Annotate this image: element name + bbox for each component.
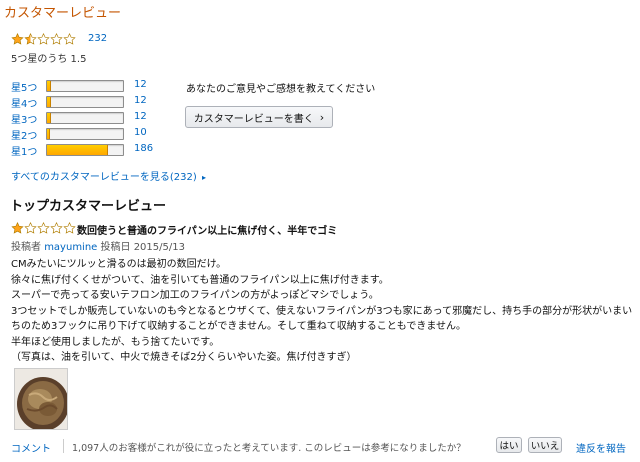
see-all-label: すべてのカスタマーレビューを見る(232) [11, 172, 197, 183]
review-photo[interactable] [14, 368, 68, 430]
review-body-line: 半年ほど使用しましたが、もう捨てたいです。 [11, 336, 220, 348]
summary-star-rating[interactable] [11, 32, 76, 45]
histogram-bar[interactable] [46, 144, 124, 156]
star-icon [24, 32, 37, 45]
review-body-line: ちのため3フックに吊り下げて収納することができません。そして重ねて収納することも… [11, 321, 467, 332]
histogram-bar[interactable] [46, 80, 124, 92]
caret-right-icon: ▸ [201, 173, 206, 182]
helpful-text: 1,097人のお客様がこれが役に立ったと考えています. このレビューは参考になり… [72, 443, 466, 454]
histogram-bar-fill [47, 113, 51, 123]
star-icon [50, 32, 63, 45]
star-icon [63, 32, 76, 45]
histogram-count[interactable]: 12 [134, 111, 147, 122]
histogram-label[interactable]: 星5つ [11, 79, 37, 94]
histogram-label[interactable]: 星3つ [11, 111, 37, 126]
review-count-link[interactable]: 232 [88, 33, 107, 44]
review-date: 投稿日 2015/5/13 [100, 242, 185, 253]
histogram-bar[interactable] [46, 96, 124, 108]
review-body-line: （写真は、油を引いて、中火で焼きそば2分くらいやいた姿。焦げ付きすぎ） [11, 352, 357, 363]
review-body-line: CMみたいにツルッと滑るのは最初の数回だけ。 [11, 259, 227, 270]
helpful-yes-button[interactable]: はい [496, 437, 522, 453]
review-meta: 投稿者 mayumine 投稿日 2015/5/13 [11, 238, 185, 253]
report-abuse-link[interactable]: 違反を報告 [576, 440, 626, 455]
author-prefix: 投稿者 [11, 242, 41, 253]
histogram-count[interactable]: 186 [134, 143, 153, 154]
section-title: カスタマーレビュー [4, 6, 122, 21]
footer-divider [63, 439, 64, 453]
histogram-bar-fill [47, 97, 51, 107]
star-icon [63, 221, 76, 234]
histogram-bar[interactable] [46, 112, 124, 124]
histogram-label[interactable]: 星2つ [11, 127, 37, 142]
review-title[interactable]: 数回使うと普通のフライパン以上に焦げ付く、半年でゴミ [77, 222, 337, 237]
star-icon [11, 32, 24, 45]
histogram-bar-fill [47, 129, 51, 139]
review-body-line: 徐々に焦げ付くくせがついて、油を引いても普通のフライパン以上に焦げ付きます。 [11, 274, 389, 286]
star-icon [37, 221, 50, 234]
top-reviews-heading: トップカスタマーレビュー [10, 199, 167, 214]
star-icon [11, 221, 24, 234]
author-link[interactable]: mayumine [44, 242, 97, 253]
review-prompt: あなたのご意見やご感想を教えてください [186, 84, 376, 95]
histogram-bar-fill [47, 81, 51, 91]
histogram-count[interactable]: 12 [134, 79, 147, 90]
helpful-no-button[interactable]: いいえ [528, 437, 562, 453]
review-star-rating [11, 221, 76, 234]
histogram-bar[interactable] [46, 128, 124, 140]
star-icon [37, 32, 50, 45]
star-icon [50, 221, 63, 234]
histogram-count[interactable]: 12 [134, 95, 147, 106]
histogram-label[interactable]: 星4つ [11, 95, 37, 110]
review-body-line: スーパーで売ってる安いテフロン加工のフライパンの方がよっぽどマシでしょう。 [11, 290, 379, 301]
histogram-bar-fill [47, 145, 108, 155]
star-icon [24, 221, 37, 234]
rating-text: 5つ星のうち 1.5 [11, 54, 87, 65]
histogram-label[interactable]: 星1つ [11, 143, 37, 158]
comment-link[interactable]: コメント [11, 440, 51, 455]
chevron-right-icon: › [319, 110, 325, 124]
histogram-count[interactable]: 10 [134, 127, 147, 138]
write-review-label: カスタマーレビューを書く [193, 113, 314, 125]
review-body-line: 3つセットでしか販売していないのも今となるとウザくて、使えないフライパンが3つも… [11, 305, 633, 317]
see-all-reviews-link[interactable]: すべてのカスタマーレビューを見る(232) ▸ [11, 168, 206, 183]
write-review-button[interactable]: カスタマーレビューを書く › [185, 106, 333, 128]
